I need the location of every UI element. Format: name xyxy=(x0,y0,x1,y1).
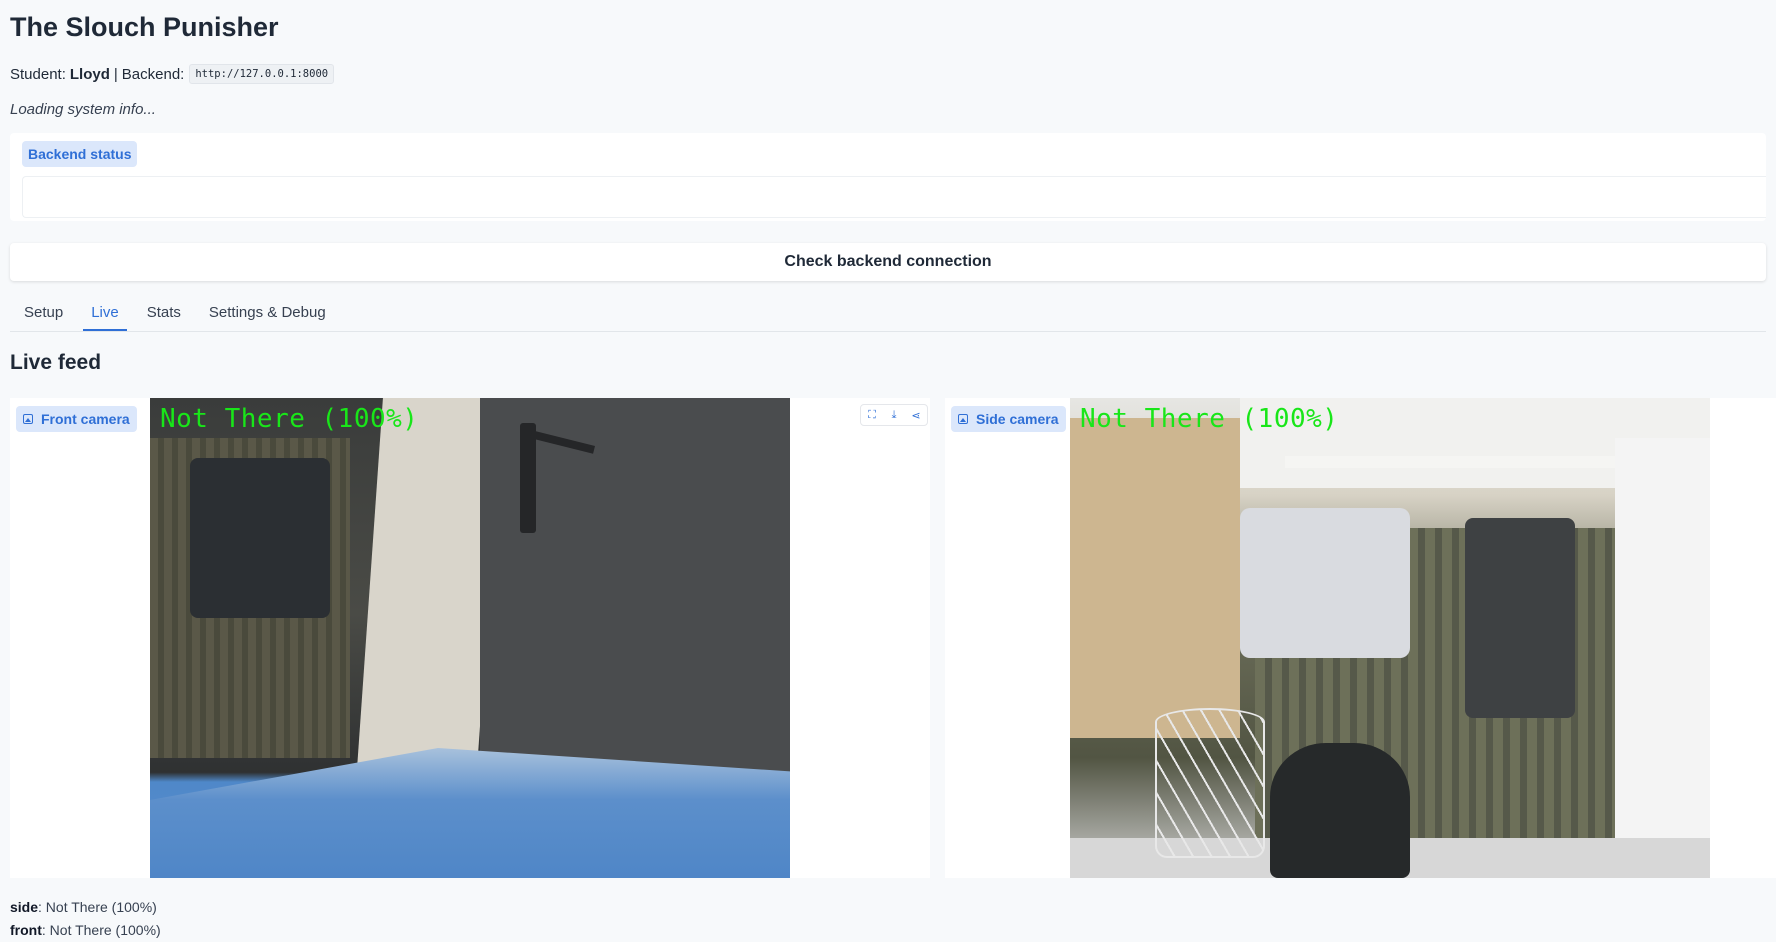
front-camera-panel: Front camera Not There (100%) ⛶ ⤓ ⋖ xyxy=(10,398,930,878)
front-camera-image[interactable]: Not There (100%) xyxy=(150,398,790,878)
fullscreen-icon[interactable]: ⛶ xyxy=(861,405,883,425)
live-feeds: Front camera Not There (100%) ⛶ ⤓ ⋖ Side… xyxy=(10,398,1776,878)
meta-line: Student: Lloyd | Backend: http://127.0.0… xyxy=(10,62,1766,86)
meta-separator: | xyxy=(113,65,118,83)
download-icon[interactable]: ⤓ xyxy=(883,405,905,425)
backpack-shape xyxy=(1270,743,1410,878)
backend-status-textbox[interactable] xyxy=(22,176,1766,218)
tab-setup[interactable]: Setup xyxy=(16,304,71,331)
front-camera-label: Front camera xyxy=(41,411,130,427)
side-camera-panel: Side camera Not There (100%) xyxy=(945,398,1776,878)
result-value: : Not There (100%) xyxy=(38,899,157,915)
front-camera-overlay: Not There (100%) xyxy=(160,404,419,434)
tab-bar: Setup Live Stats Settings & Debug xyxy=(10,291,1766,332)
student-label: Student: xyxy=(10,65,66,83)
backend-status-block: Backend status xyxy=(10,133,1766,221)
wire-table-shape xyxy=(1155,708,1265,858)
side-camera-label: Side camera xyxy=(976,411,1059,427)
check-backend-button[interactable]: Check backend connection xyxy=(10,243,1766,281)
result-row-front: front: Not There (100%) xyxy=(10,919,161,942)
radiator-side-shape xyxy=(1615,438,1710,878)
door-handle-shape xyxy=(520,423,536,533)
towel-shape xyxy=(190,458,330,618)
backend-label: Backend: xyxy=(121,65,185,83)
share-icon[interactable]: ⋖ xyxy=(905,405,927,425)
tab-settings-debug[interactable]: Settings & Debug xyxy=(201,304,334,331)
live-feed-heading: Live feed xyxy=(10,351,102,374)
side-camera-badge: Side camera xyxy=(951,406,1066,432)
tab-live[interactable]: Live xyxy=(83,304,127,331)
side-camera-overlay: Not There (100%) xyxy=(1080,404,1339,434)
result-key: side xyxy=(10,899,39,915)
posture-results: side: Not There (100%) front: Not There … xyxy=(10,896,161,942)
backend-status-badge: Backend status xyxy=(22,141,138,167)
student-name: Lloyd xyxy=(69,65,110,83)
backend-url: http://127.0.0.1:8000 xyxy=(189,64,335,84)
dark-towel-shape xyxy=(1465,518,1575,718)
light-towel-shape xyxy=(1240,508,1410,658)
side-camera-image[interactable]: Not There (100%) xyxy=(1070,398,1710,878)
ledge-shape xyxy=(1285,456,1665,468)
image-toolbar: ⛶ ⤓ ⋖ xyxy=(860,404,928,426)
image-icon xyxy=(23,414,33,424)
page-title: The Slouch Punisher xyxy=(10,12,279,42)
front-camera-badge: Front camera xyxy=(16,406,137,432)
result-row-side: side: Not There (100%) xyxy=(10,896,161,919)
shelf-shape xyxy=(1070,418,1240,738)
desk-shape xyxy=(150,748,790,878)
image-icon xyxy=(958,414,968,424)
result-key: front xyxy=(10,922,42,938)
loading-text: Loading system info... xyxy=(10,101,156,118)
tab-stats[interactable]: Stats xyxy=(139,304,189,331)
result-value: : Not There (100%) xyxy=(41,922,161,938)
